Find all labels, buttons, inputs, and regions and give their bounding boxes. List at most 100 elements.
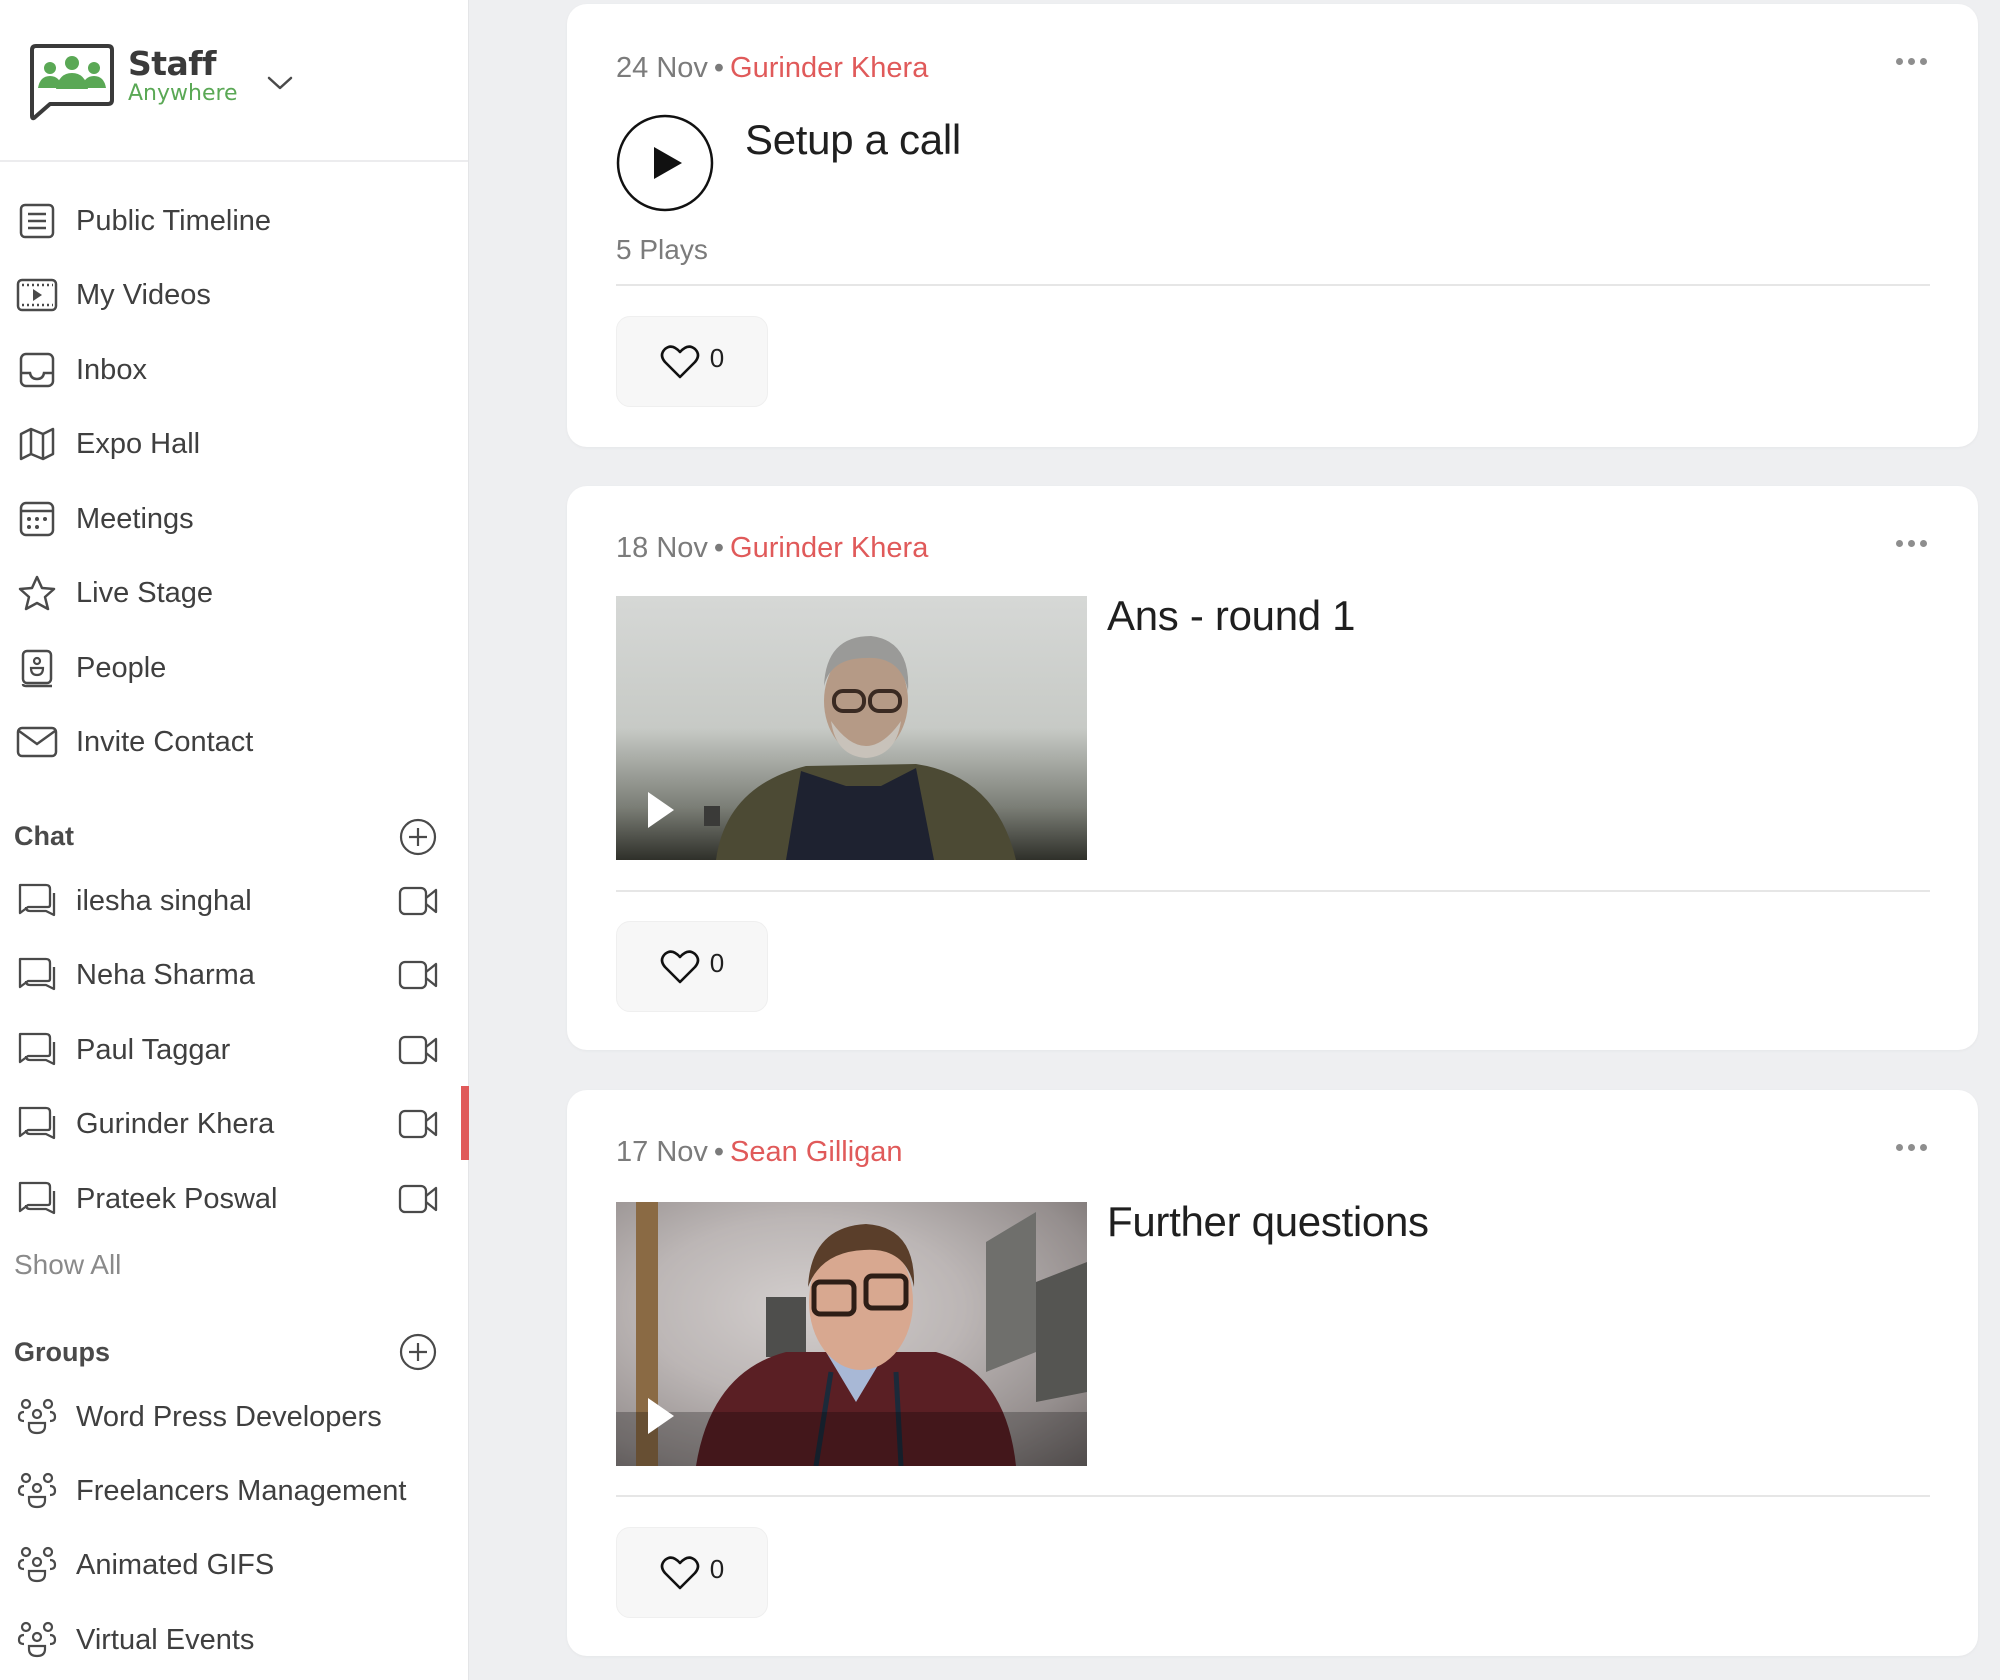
feed-card: 18 Nov • Gurinder Khera Ans - round 1 0 <box>567 486 1978 1050</box>
chat-item[interactable]: Prateek Poswal <box>0 1169 460 1229</box>
star-icon <box>16 572 58 614</box>
play-icon <box>648 792 674 828</box>
chat-section-title: Chat <box>14 821 74 851</box>
chat-contact-name: Neha Sharma <box>76 958 255 991</box>
groups-section-title: Groups <box>14 1337 111 1367</box>
meta-separator: • <box>713 52 725 84</box>
chat-contact-name: Paul Taggar <box>76 1033 231 1066</box>
sidebar-item-label: Expo Hall <box>76 427 201 460</box>
like-count: 0 <box>709 343 725 373</box>
video-thumbnail[interactable] <box>616 596 1087 860</box>
chat-contact-name: Prateek Poswal <box>76 1182 278 1215</box>
post-author-link[interactable]: Gurinder Khera <box>730 532 928 564</box>
staff-anywhere-logo-icon <box>30 44 114 121</box>
group-item[interactable]: Virtual Events <box>0 1610 460 1670</box>
chat-bubbles-icon <box>16 1178 58 1220</box>
post-meta: 17 Nov • Sean Gilligan <box>616 1136 903 1169</box>
post-author-link[interactable]: Gurinder Khera <box>730 52 928 84</box>
sidebar-item-label: Live Stage <box>76 576 214 609</box>
brand-name: Staff Anywhere <box>128 46 238 106</box>
add-chat-plus-circle-icon[interactable] <box>398 817 438 857</box>
like-button[interactable]: 0 <box>616 316 768 407</box>
meta-separator: • <box>713 532 725 564</box>
post-title[interactable]: Setup a call <box>745 116 961 164</box>
inbox-icon <box>16 349 58 391</box>
heart-icon <box>660 344 700 378</box>
meta-separator: • <box>713 1136 725 1168</box>
sidebar-item-label: My Videos <box>76 278 211 311</box>
video-camera-icon[interactable] <box>396 955 440 995</box>
post-author-link[interactable]: Sean Gilligan <box>730 1136 903 1168</box>
sidebar-item-label: Public Timeline <box>76 204 272 237</box>
sidebar-item-inbox[interactable]: Inbox <box>0 340 460 400</box>
like-button[interactable]: 0 <box>616 921 768 1012</box>
group-item[interactable]: Word Press Developers <box>0 1387 460 1447</box>
chat-contact-name: Gurinder Khera <box>76 1107 275 1140</box>
list-icon <box>16 200 58 242</box>
sidebar: Staff Anywhere Public Timeline My Videos… <box>0 0 469 1680</box>
film-icon <box>16 274 58 316</box>
post-title[interactable]: Further questions <box>1107 1198 1429 1246</box>
like-button[interactable]: 0 <box>616 1527 768 1618</box>
sidebar-item-public-timeline[interactable]: Public Timeline <box>0 191 460 251</box>
like-count: 0 <box>709 948 725 978</box>
video-camera-icon[interactable] <box>396 1179 440 1219</box>
group-item[interactable]: Freelancers Management <box>0 1461 460 1521</box>
sidebar-item-invite-contact[interactable]: Invite Contact <box>0 712 460 772</box>
card-divider <box>616 890 1930 892</box>
chat-item[interactable]: Neha Sharma <box>0 945 460 1005</box>
card-divider <box>616 284 1930 286</box>
sidebar-item-live-stage[interactable]: Live Stage <box>0 563 460 623</box>
post-title[interactable]: Ans - round 1 <box>1107 592 1356 640</box>
chat-item[interactable]: ilesha singhal <box>0 871 460 931</box>
sidebar-item-expo-hall[interactable]: Expo Hall <box>0 414 460 474</box>
map-icon <box>16 423 58 465</box>
chat-bubbles-icon <box>16 1103 58 1145</box>
chat-item[interactable]: Paul Taggar <box>0 1020 460 1080</box>
chat-bubbles-icon <box>16 954 58 996</box>
chat-bubbles-icon <box>16 880 58 922</box>
chat-contact-name: ilesha singhal <box>76 884 252 917</box>
feed-card: 17 Nov•Sean Gilligan Further questions <box>567 1090 1978 1656</box>
video-thumbnail[interactable] <box>616 1202 1087 1466</box>
sidebar-item-my-videos[interactable]: My Videos <box>0 265 460 325</box>
video-camera-icon[interactable] <box>396 881 440 921</box>
play-count: 5 Plays <box>616 234 708 265</box>
group-item[interactable]: Animated GIFS <box>0 1535 460 1595</box>
calendar-icon <box>16 498 58 540</box>
video-camera-icon[interactable] <box>396 1104 440 1144</box>
sidebar-item-people[interactable]: People <box>0 638 460 698</box>
sidebar-scrollbar-thumb[interactable] <box>461 1086 469 1160</box>
heart-icon <box>660 949 700 983</box>
add-group-plus-circle-icon[interactable] <box>398 1332 438 1372</box>
brand-name-line2: Anywhere <box>128 81 238 106</box>
feed-card: 24 Nov • Gurinder Khera Setup a call 5 Pla… <box>567 4 1978 447</box>
post-date: 18 Nov <box>616 532 708 564</box>
chat-item[interactable]: Gurinder Khera <box>0 1094 460 1154</box>
video-frame-person-image <box>704 636 1016 860</box>
play-audio-button[interactable] <box>616 114 714 212</box>
contact-book-icon <box>16 647 58 689</box>
group-users-icon <box>16 1544 58 1586</box>
post-meta: 18 Nov • Gurinder Khera <box>616 532 928 565</box>
brand-name-line1: Staff <box>128 44 217 83</box>
brand-header: Staff Anywhere <box>0 0 468 162</box>
more-options-button[interactable] <box>1886 46 1936 76</box>
sidebar-item-meetings[interactable]: Meetings <box>0 489 460 549</box>
group-name: Animated GIFS <box>76 1548 275 1581</box>
group-users-icon <box>16 1470 58 1512</box>
group-users-icon <box>16 1396 58 1438</box>
group-users-icon <box>16 1619 58 1661</box>
show-all-chats-link[interactable]: Show All <box>14 1249 121 1281</box>
chevron-down-icon[interactable] <box>266 74 294 92</box>
post-date: 17 Nov <box>616 1136 708 1168</box>
sidebar-item-label: Inbox <box>76 353 147 386</box>
more-options-button[interactable] <box>1886 1132 1936 1162</box>
sidebar-item-label: Meetings <box>76 502 194 535</box>
play-icon <box>648 1398 674 1434</box>
envelope-icon <box>16 721 58 763</box>
more-options-button[interactable] <box>1886 528 1936 558</box>
like-count: 0 <box>709 1554 725 1584</box>
video-camera-icon[interactable] <box>396 1030 440 1070</box>
group-name: Word Press Developers <box>76 1400 382 1433</box>
